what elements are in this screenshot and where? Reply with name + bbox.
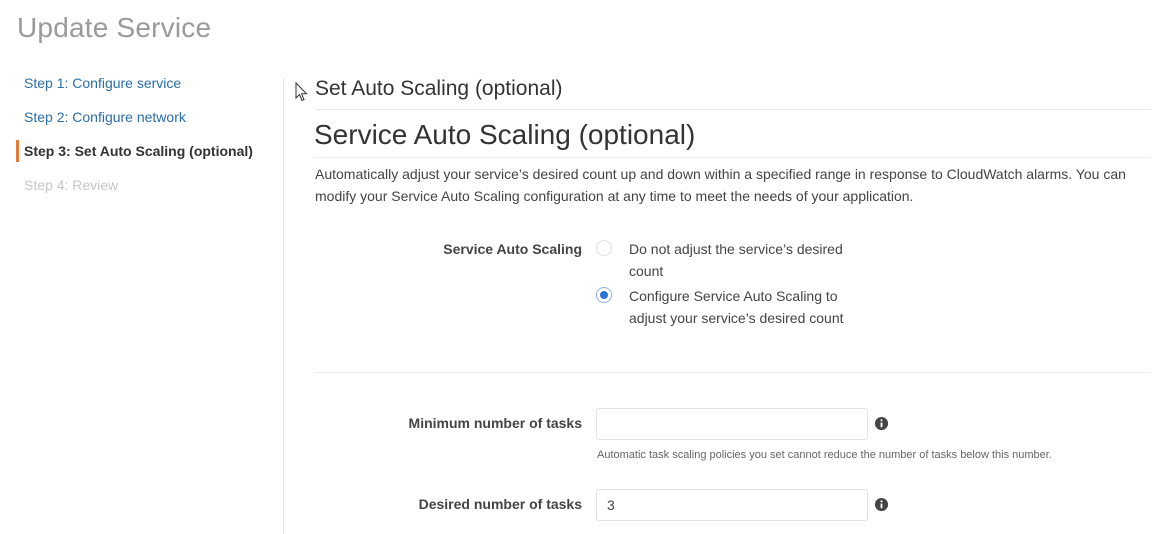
radio-option-configure-scaling[interactable]: Configure Service Auto Scaling to adjust… [596,285,859,329]
form-divider [315,372,1151,373]
main-heading: Service Auto Scaling (optional) [314,119,696,150]
auto-scaling-label: Service Auto Scaling [443,241,582,257]
section-title: Set Auto Scaling (optional) [315,77,563,100]
radio-do-not-adjust[interactable] [596,240,612,256]
info-icon[interactable] [874,416,889,431]
section-description: Automatically adjust your service’s desi… [315,166,1126,204]
step-configure-network[interactable]: Step 2: Configure network [16,106,276,140]
section-divider [315,109,1151,110]
mouse-pointer-icon [295,82,308,102]
min-tasks-input[interactable] [596,408,868,440]
info-icon[interactable] [874,497,889,512]
vertical-divider [283,78,284,534]
min-tasks-help-text: Automatic task scaling policies you set … [597,449,1052,461]
desired-tasks-label: Desired number of tasks [418,496,582,512]
step-configure-service[interactable]: Step 1: Configure service [16,72,276,106]
page-title: Update Service [17,12,212,43]
step-review: Step 4: Review [24,177,119,193]
wizard-steps-nav: Step 1: Configure service Step 2: Config… [16,72,276,208]
desired-tasks-input[interactable] [596,489,868,521]
radio-label-do-not-adjust[interactable]: Do not adjust the service’s desired coun… [629,238,859,282]
radio-configure-scaling[interactable] [596,287,612,303]
min-tasks-label: Minimum number of tasks [408,415,582,431]
heading-divider [315,157,1151,158]
radio-label-configure-scaling[interactable]: Configure Service Auto Scaling to adjust… [629,285,859,329]
radio-option-do-not-adjust[interactable]: Do not adjust the service’s desired coun… [596,238,859,282]
step-set-auto-scaling[interactable]: Step 3: Set Auto Scaling (optional) [16,140,276,174]
